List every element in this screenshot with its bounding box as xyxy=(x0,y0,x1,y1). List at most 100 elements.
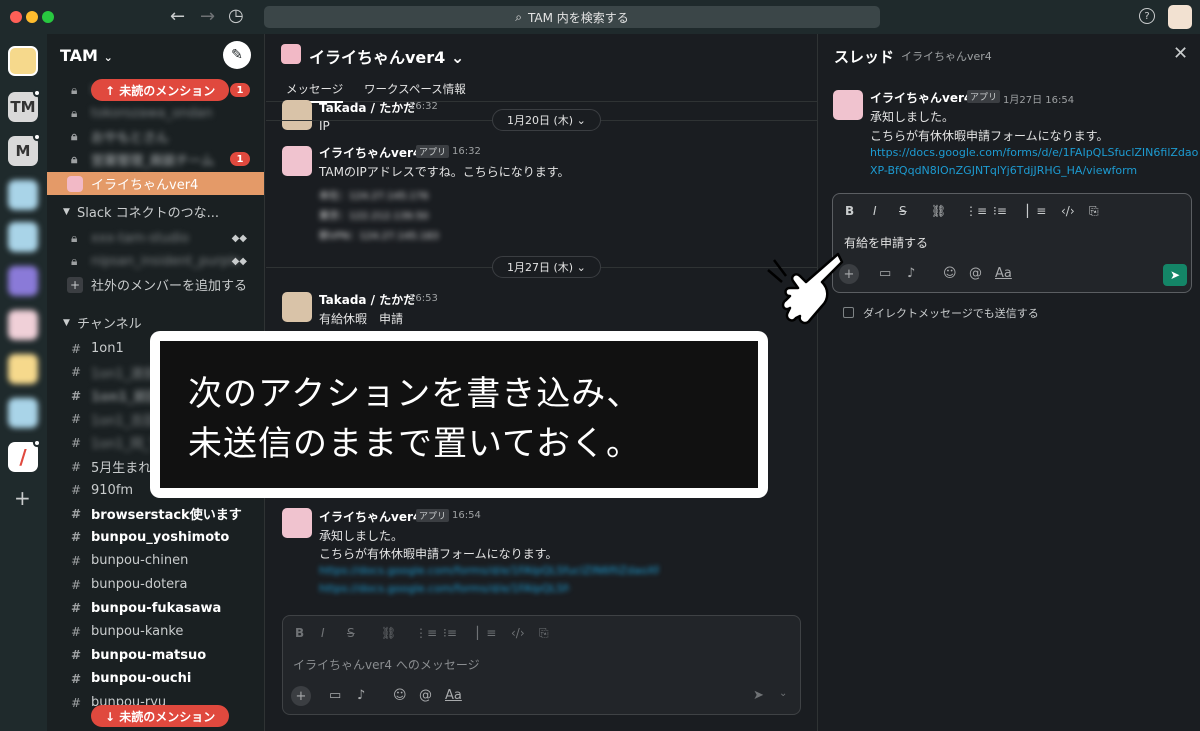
pointing-hand-icon xyxy=(767,252,844,325)
blockquote-icon[interactable]: ▏≡ xyxy=(477,626,496,640)
thread-message-input[interactable]: 有給を申請する xyxy=(844,234,928,251)
workspace-button[interactable] xyxy=(8,398,38,428)
message-text: 有給休暇 申請 xyxy=(319,312,404,326)
emoji-icon[interactable]: ☺ xyxy=(393,688,407,703)
unread-mentions-bottom-button[interactable]: ↓ 未読のメンション xyxy=(91,705,230,727)
zoom-window-button[interactable] xyxy=(42,11,54,23)
workspace-name[interactable]: TAM ⌄ xyxy=(60,46,113,65)
thread-subtitle[interactable]: イライちゃんver4 xyxy=(901,48,992,64)
channel-item[interactable]: # bunpou_yoshimoto xyxy=(47,526,264,549)
channel-item[interactable]: # bunpou-dotera xyxy=(47,573,264,596)
workspace-tam-button[interactable] xyxy=(8,46,38,76)
channel-item[interactable]: # browserstack使います xyxy=(47,502,264,525)
form-link[interactable]: XP-BfQqdN8IOnZGJNTqlYj6TdjJRHG_HA/viewfo… xyxy=(870,164,1137,177)
mic-icon[interactable]: ♪ xyxy=(357,688,365,703)
form-link[interactable]: https://docs.google.com/forms/d/e/1FAIpQ… xyxy=(319,582,569,595)
bullet-list-icon[interactable]: ⁝≡ xyxy=(993,204,1007,218)
text-format-icon[interactable]: Aa xyxy=(995,266,1012,281)
mic-icon[interactable]: ♪ xyxy=(907,266,915,281)
avatar[interactable] xyxy=(282,292,312,322)
ordered-list-icon[interactable]: ⋮≡ xyxy=(415,626,437,640)
message-author[interactable]: Takada / たかだ xyxy=(319,291,415,308)
tab-workspace-info[interactable]: ワークスペース情報 xyxy=(364,81,466,97)
form-link[interactable]: https://docs.google.com/forms/d/e/1FAIpQ… xyxy=(319,564,659,577)
bold-icon[interactable]: B xyxy=(295,626,304,640)
italic-icon[interactable]: I xyxy=(873,204,877,218)
message-author[interactable]: イライちゃんver4 xyxy=(319,144,421,161)
add-external-member-button[interactable]: + 社外のメンバーを追加する xyxy=(47,273,264,296)
sidebar-item[interactable]: 🔒︎ 営業管理_商談チーム 1 xyxy=(47,148,264,171)
history-icon[interactable]: ◷ xyxy=(228,5,244,26)
search-input[interactable]: ⌕ TAM 内を検索する xyxy=(264,6,880,28)
send-icon[interactable]: ➤ xyxy=(753,688,764,703)
channel-item[interactable]: # bunpou-kanke xyxy=(47,620,264,643)
message-author[interactable]: Takada / たかだ xyxy=(319,99,415,116)
channel-item[interactable]: # bunpou-ouchi xyxy=(47,667,264,690)
workspace-button[interactable] xyxy=(8,266,38,296)
add-workspace-icon[interactable]: + xyxy=(14,486,31,510)
also-send-dm-checkbox[interactable] xyxy=(843,307,854,318)
thread-composer: B I S ⛓ ⋮≡ ⁝≡ ▏≡ ‹/› ⎘ 有給を申請する + ▭ ♪ ☺ @… xyxy=(832,193,1192,293)
code-block-icon[interactable]: ⎘ xyxy=(1089,204,1099,219)
date-divider[interactable]: 1月27日 (木) ⌄ xyxy=(492,256,601,278)
app-tag: アプリ xyxy=(416,145,450,158)
video-icon[interactable]: ▭ xyxy=(879,266,891,281)
workspace-tm-button[interactable]: TM xyxy=(8,89,41,122)
help-icon[interactable]: ? xyxy=(1139,8,1155,24)
mention-icon[interactable]: @ xyxy=(969,266,982,281)
chevron-down-icon[interactable]: ⌄ xyxy=(779,688,787,699)
workspace-button[interactable] xyxy=(8,310,38,340)
plus-icon[interactable]: + xyxy=(291,686,311,706)
video-icon[interactable]: ▭ xyxy=(329,688,341,703)
forward-arrow-icon[interactable]: → xyxy=(200,6,215,27)
bullet-list-icon[interactable]: ⁝≡ xyxy=(443,626,457,640)
sidebar-item[interactable]: 🔒︎ おやもとさん xyxy=(47,125,264,148)
mention-icon[interactable]: @ xyxy=(419,688,432,703)
workspace-button[interactable] xyxy=(8,222,38,252)
avatar[interactable] xyxy=(282,146,312,176)
bold-icon[interactable]: B xyxy=(845,204,854,218)
channel-item[interactable]: # bunpou-matsuo xyxy=(47,644,264,667)
workspace-m-button[interactable]: M xyxy=(8,133,41,166)
close-window-button[interactable] xyxy=(10,11,22,23)
sidebar-item[interactable]: 🔒︎ nipsan_insident_purple ◆◆ xyxy=(47,250,264,273)
message-input[interactable]: イライちゃんver4 へのメッセージ xyxy=(293,656,480,673)
text-format-icon[interactable]: Aa xyxy=(445,688,462,703)
avatar[interactable] xyxy=(833,90,863,120)
code-block-icon[interactable]: ⎘ xyxy=(539,626,549,641)
message-author[interactable]: イライちゃんver4 xyxy=(870,89,972,106)
strikethrough-icon[interactable]: S xyxy=(899,204,907,218)
channel-title[interactable]: イライちゃんver4 ⌄ xyxy=(309,44,464,68)
minimize-window-button[interactable] xyxy=(26,11,38,23)
workspace-pen-button[interactable]: / xyxy=(8,439,41,472)
section-slack-connect[interactable]: ▼ Slack コネクトのつな... xyxy=(47,200,264,223)
message-author[interactable]: イライちゃんver4 xyxy=(319,508,421,525)
channel-item[interactable]: # bunpou-chinen xyxy=(47,549,264,572)
avatar[interactable] xyxy=(282,508,312,538)
workspace-button[interactable] xyxy=(8,180,38,210)
emoji-icon[interactable]: ☺ xyxy=(943,266,957,281)
form-link[interactable]: https://docs.google.com/forms/d/e/1FAIpQ… xyxy=(870,146,1198,159)
avatar[interactable] xyxy=(282,100,312,130)
channel-item[interactable]: # bunpou-fukasawa xyxy=(47,597,264,620)
unread-mentions-top-button[interactable]: ↑ 未読のメンション xyxy=(91,79,230,101)
sidebar-item-irai-chan[interactable]: イライちゃんver4 xyxy=(47,172,264,195)
link-icon[interactable]: ⛓ xyxy=(931,204,946,218)
close-icon[interactable]: ✕ xyxy=(1173,43,1188,64)
strikethrough-icon[interactable]: S xyxy=(347,626,355,640)
code-icon[interactable]: ‹/› xyxy=(1061,204,1075,218)
send-button[interactable]: ➤ xyxy=(1163,264,1187,286)
message-time: 16:32 xyxy=(409,101,438,112)
compose-icon[interactable]: ✎ xyxy=(223,41,251,69)
workspace-button[interactable] xyxy=(8,354,38,384)
code-icon[interactable]: ‹/› xyxy=(511,626,525,640)
link-icon[interactable]: ⛓ xyxy=(381,626,396,640)
avatar[interactable] xyxy=(1168,5,1192,29)
sidebar-item[interactable]: 🔒︎ tokorozawa_ondan xyxy=(47,102,264,125)
italic-icon[interactable]: I xyxy=(321,626,325,640)
date-divider[interactable]: 1月20日 (木) ⌄ xyxy=(492,109,601,131)
ordered-list-icon[interactable]: ⋮≡ xyxy=(965,204,987,218)
sidebar-item[interactable]: 🔒︎ xxx-tam-studio ◆◆ xyxy=(47,227,264,250)
back-arrow-icon[interactable]: ← xyxy=(170,6,185,27)
blockquote-icon[interactable]: ▏≡ xyxy=(1027,204,1046,218)
